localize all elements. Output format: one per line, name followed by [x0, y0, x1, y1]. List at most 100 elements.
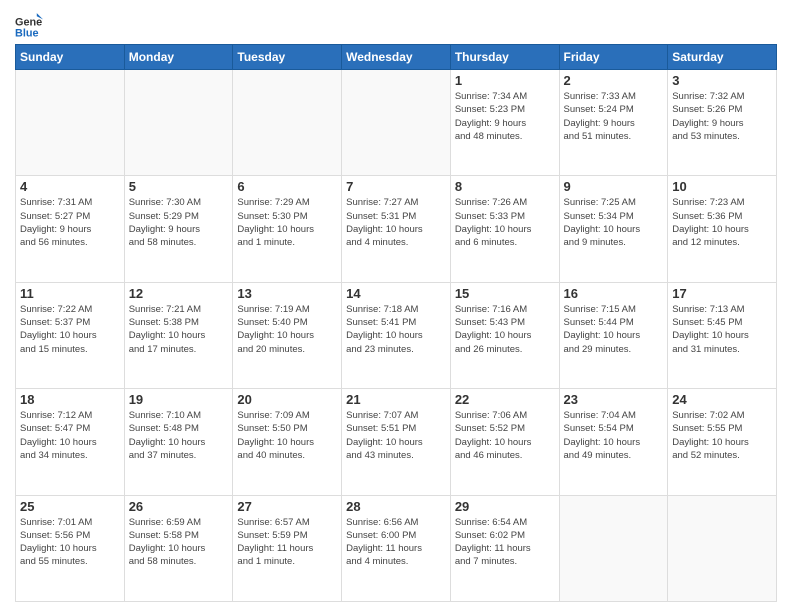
calendar-cell: 12 Sunrise: 7:21 AM Sunset: 5:38 PM Dayli… — [124, 282, 233, 388]
calendar-cell: 25 Sunrise: 7:01 AM Sunset: 5:56 PM Dayli… — [16, 495, 125, 601]
calendar-cell: 21 Sunrise: 7:07 AM Sunset: 5:51 PM Dayli… — [342, 389, 451, 495]
day-number: 4 — [20, 179, 120, 194]
day-info: Sunrise: 7:32 AM Sunset: 5:26 PM Dayligh… — [672, 90, 772, 143]
day-info: Sunrise: 7:07 AM Sunset: 5:51 PM Dayligh… — [346, 409, 446, 462]
day-number: 22 — [455, 392, 555, 407]
day-number: 20 — [237, 392, 337, 407]
calendar-header-row: SundayMondayTuesdayWednesdayThursdayFrid… — [16, 45, 777, 70]
calendar-week-row: 25 Sunrise: 7:01 AM Sunset: 5:56 PM Dayli… — [16, 495, 777, 601]
calendar-cell: 7 Sunrise: 7:27 AM Sunset: 5:31 PM Daylig… — [342, 176, 451, 282]
day-info: Sunrise: 7:06 AM Sunset: 5:52 PM Dayligh… — [455, 409, 555, 462]
calendar-week-row: 18 Sunrise: 7:12 AM Sunset: 5:47 PM Dayli… — [16, 389, 777, 495]
calendar-cell — [233, 70, 342, 176]
day-info: Sunrise: 7:33 AM Sunset: 5:24 PM Dayligh… — [564, 90, 664, 143]
day-info: Sunrise: 7:22 AM Sunset: 5:37 PM Dayligh… — [20, 303, 120, 356]
day-info: Sunrise: 7:02 AM Sunset: 5:55 PM Dayligh… — [672, 409, 772, 462]
calendar-cell: 9 Sunrise: 7:25 AM Sunset: 5:34 PM Daylig… — [559, 176, 668, 282]
day-info: Sunrise: 7:30 AM Sunset: 5:29 PM Dayligh… — [129, 196, 229, 249]
calendar-cell: 14Sunrise: 7:18 AM Sunset: 5:41 PM Dayli… — [342, 282, 451, 388]
day-number: 7 — [346, 179, 446, 194]
calendar-cell: 24 Sunrise: 7:02 AM Sunset: 5:55 PM Dayli… — [668, 389, 777, 495]
calendar-cell: 11 Sunrise: 7:22 AM Sunset: 5:37 PM Dayli… — [16, 282, 125, 388]
day-number: 17 — [672, 286, 772, 301]
calendar-header-tuesday: Tuesday — [233, 45, 342, 70]
calendar-cell — [16, 70, 125, 176]
calendar-cell: 29 Sunrise: 6:54 AM Sunset: 6:02 PM Dayli… — [450, 495, 559, 601]
calendar-cell: 8 Sunrise: 7:26 AM Sunset: 5:33 PM Daylig… — [450, 176, 559, 282]
day-number: 25 — [20, 499, 120, 514]
calendar-cell — [559, 495, 668, 601]
day-number: 15 — [455, 286, 555, 301]
calendar-cell: 10 Sunrise: 7:23 AM Sunset: 5:36 PM Dayli… — [668, 176, 777, 282]
day-info: Sunrise: 7:19 AM Sunset: 5:40 PM Dayligh… — [237, 303, 337, 356]
day-number: 9 — [564, 179, 664, 194]
day-info: Sunrise: 6:54 AM Sunset: 6:02 PM Dayligh… — [455, 516, 555, 569]
day-info: Sunrise: 7:12 AM Sunset: 5:47 PM Dayligh… — [20, 409, 120, 462]
day-info: Sunrise: 7:10 AM Sunset: 5:48 PM Dayligh… — [129, 409, 229, 462]
day-info: Sunrise: 7:09 AM Sunset: 5:50 PM Dayligh… — [237, 409, 337, 462]
day-info: Sunrise: 7:26 AM Sunset: 5:33 PM Dayligh… — [455, 196, 555, 249]
calendar-cell: 3 Sunrise: 7:32 AM Sunset: 5:26 PM Daylig… — [668, 70, 777, 176]
day-number: 18 — [20, 392, 120, 407]
day-number: 3 — [672, 73, 772, 88]
day-number: 29 — [455, 499, 555, 514]
day-number: 24 — [672, 392, 772, 407]
day-info: Sunrise: 7:34 AM Sunset: 5:23 PM Dayligh… — [455, 90, 555, 143]
day-number: 26 — [129, 499, 229, 514]
day-number: 19 — [129, 392, 229, 407]
calendar-cell — [124, 70, 233, 176]
day-number: 23 — [564, 392, 664, 407]
calendar-cell: 20 Sunrise: 7:09 AM Sunset: 5:50 PM Dayli… — [233, 389, 342, 495]
calendar-cell: 26 Sunrise: 6:59 AM Sunset: 5:58 PM Dayli… — [124, 495, 233, 601]
day-info: Sunrise: 7:15 AM Sunset: 5:44 PM Dayligh… — [564, 303, 664, 356]
calendar-cell: 5Sunrise: 7:30 AM Sunset: 5:29 PM Daylig… — [124, 176, 233, 282]
day-number: 11 — [20, 286, 120, 301]
calendar-cell: 1Sunrise: 7:34 AM Sunset: 5:23 PM Daylig… — [450, 70, 559, 176]
calendar-week-row: 1Sunrise: 7:34 AM Sunset: 5:23 PM Daylig… — [16, 70, 777, 176]
day-info: Sunrise: 7:25 AM Sunset: 5:34 PM Dayligh… — [564, 196, 664, 249]
day-number: 13 — [237, 286, 337, 301]
calendar-table: SundayMondayTuesdayWednesdayThursdayFrid… — [15, 44, 777, 602]
day-number: 8 — [455, 179, 555, 194]
calendar-cell: 18 Sunrise: 7:12 AM Sunset: 5:47 PM Dayli… — [16, 389, 125, 495]
calendar-cell — [668, 495, 777, 601]
calendar-header-saturday: Saturday — [668, 45, 777, 70]
day-info: Sunrise: 7:13 AM Sunset: 5:45 PM Dayligh… — [672, 303, 772, 356]
day-info: Sunrise: 7:27 AM Sunset: 5:31 PM Dayligh… — [346, 196, 446, 249]
day-info: Sunrise: 7:16 AM Sunset: 5:43 PM Dayligh… — [455, 303, 555, 356]
calendar-cell — [342, 70, 451, 176]
calendar-cell: 28Sunrise: 6:56 AM Sunset: 6:00 PM Dayli… — [342, 495, 451, 601]
logo: General Blue — [15, 10, 47, 38]
day-number: 10 — [672, 179, 772, 194]
calendar-cell: 17 Sunrise: 7:13 AM Sunset: 5:45 PM Dayli… — [668, 282, 777, 388]
day-info: Sunrise: 6:57 AM Sunset: 5:59 PM Dayligh… — [237, 516, 337, 569]
day-info: Sunrise: 7:04 AM Sunset: 5:54 PM Dayligh… — [564, 409, 664, 462]
day-number: 27 — [237, 499, 337, 514]
day-info: Sunrise: 7:18 AM Sunset: 5:41 PM Dayligh… — [346, 303, 446, 356]
day-number: 21 — [346, 392, 446, 407]
calendar-header-thursday: Thursday — [450, 45, 559, 70]
day-number: 16 — [564, 286, 664, 301]
calendar-cell: 16 Sunrise: 7:15 AM Sunset: 5:44 PM Dayli… — [559, 282, 668, 388]
calendar-cell: 15 Sunrise: 7:16 AM Sunset: 5:43 PM Dayli… — [450, 282, 559, 388]
calendar-cell: 27 Sunrise: 6:57 AM Sunset: 5:59 PM Dayli… — [233, 495, 342, 601]
logo-icon: General Blue — [15, 10, 43, 38]
calendar-cell: 19 Sunrise: 7:10 AM Sunset: 5:48 PM Dayli… — [124, 389, 233, 495]
svg-text:Blue: Blue — [15, 27, 39, 38]
day-number: 2 — [564, 73, 664, 88]
calendar-cell: 23 Sunrise: 7:04 AM Sunset: 5:54 PM Dayli… — [559, 389, 668, 495]
day-info: Sunrise: 7:23 AM Sunset: 5:36 PM Dayligh… — [672, 196, 772, 249]
day-info: Sunrise: 7:01 AM Sunset: 5:56 PM Dayligh… — [20, 516, 120, 569]
day-number: 12 — [129, 286, 229, 301]
calendar-header-monday: Monday — [124, 45, 233, 70]
calendar-header-sunday: Sunday — [16, 45, 125, 70]
calendar-cell: 6Sunrise: 7:29 AM Sunset: 5:30 PM Daylig… — [233, 176, 342, 282]
calendar-header-wednesday: Wednesday — [342, 45, 451, 70]
page: General Blue SundayMondayTuesdayWednesda… — [0, 0, 792, 612]
day-info: Sunrise: 7:31 AM Sunset: 5:27 PM Dayligh… — [20, 196, 120, 249]
calendar-header-friday: Friday — [559, 45, 668, 70]
day-info: Sunrise: 6:59 AM Sunset: 5:58 PM Dayligh… — [129, 516, 229, 569]
day-info: Sunrise: 7:21 AM Sunset: 5:38 PM Dayligh… — [129, 303, 229, 356]
day-info: Sunrise: 7:29 AM Sunset: 5:30 PM Dayligh… — [237, 196, 337, 249]
day-number: 28 — [346, 499, 446, 514]
